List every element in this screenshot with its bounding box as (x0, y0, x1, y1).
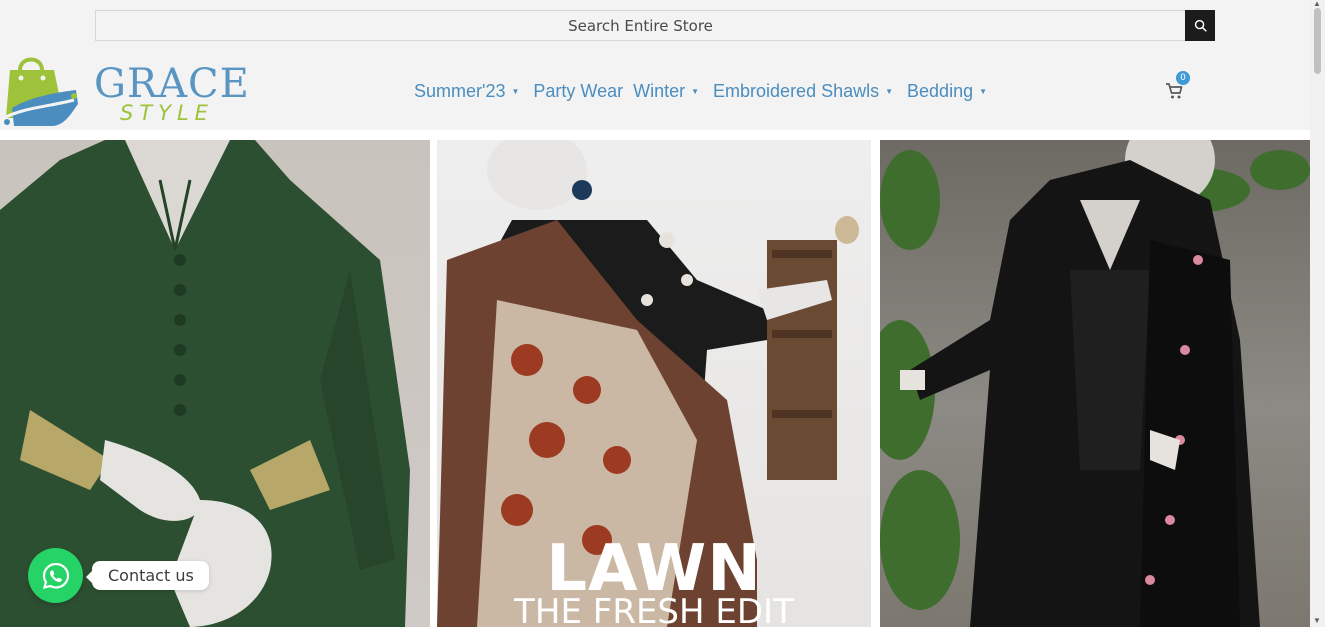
scrollbar-thumb[interactable] (1314, 8, 1321, 74)
search-bar (95, 10, 1215, 41)
cart-count-badge: 0 (1176, 71, 1190, 85)
contact-us-label[interactable]: Contact us (86, 561, 209, 590)
search-button[interactable] (1185, 10, 1215, 41)
logo-wordmark: GRACE (94, 61, 250, 107)
whatsapp-button[interactable] (28, 548, 83, 603)
search-input[interactable] (95, 10, 1185, 41)
search-icon (1194, 19, 1207, 32)
banner-subtitle: THE FRESH EDIT (514, 592, 794, 627)
nav-item-summer23[interactable]: Summer'23 ▼ (414, 81, 523, 102)
nav-item-embroidered-shawls[interactable]: Embroidered Shawls ▼ (713, 81, 897, 102)
black-embroidered-product-image (880, 140, 1310, 627)
caret-down-icon: ▼ (691, 86, 700, 96)
nav-item-label: Summer'23 (414, 80, 506, 101)
nav-item-party-wear[interactable]: Party Wear (533, 81, 623, 102)
nav-item-winter[interactable]: Winter ▼ (633, 81, 703, 102)
nav-item-bedding[interactable]: Bedding ▼ (907, 81, 991, 102)
caret-down-icon: ▼ (511, 86, 520, 96)
black-embroidered-banner[interactable] (880, 140, 1310, 627)
lawn-banner[interactable]: LAWN THE FRESH EDIT (437, 140, 871, 627)
scroll-up-arrow-icon[interactable]: ▲ (1313, 0, 1321, 8)
whatsapp-icon (42, 562, 69, 589)
nav-item-label: Bedding (907, 80, 974, 101)
scroll-down-arrow-icon[interactable]: ▼ (1313, 616, 1321, 625)
main-navigation: Summer'23 ▼ Party Wear Winter ▼ Embroide… (414, 79, 1001, 103)
nav-item-label: Party Wear (533, 80, 624, 101)
page-scrollbar[interactable]: ▲ ▼ (1310, 0, 1325, 627)
nav-item-label: Embroidered Shawls (713, 80, 880, 101)
site-logo[interactable]: GRACE STYLE (2, 52, 249, 130)
site-header: GRACE STYLE Summer'23 ▼ Party Wear Winte… (0, 0, 1310, 130)
caret-down-icon: ▼ (979, 86, 988, 96)
cart-button[interactable] (1165, 82, 1185, 102)
caret-down-icon: ▼ (885, 86, 894, 96)
logo-tagline: STYLE (120, 101, 214, 125)
contact-us-widget[interactable]: Contact us (28, 548, 209, 603)
nav-item-label: Winter (633, 80, 686, 101)
shopping-bag-logo-icon (3, 57, 78, 126)
